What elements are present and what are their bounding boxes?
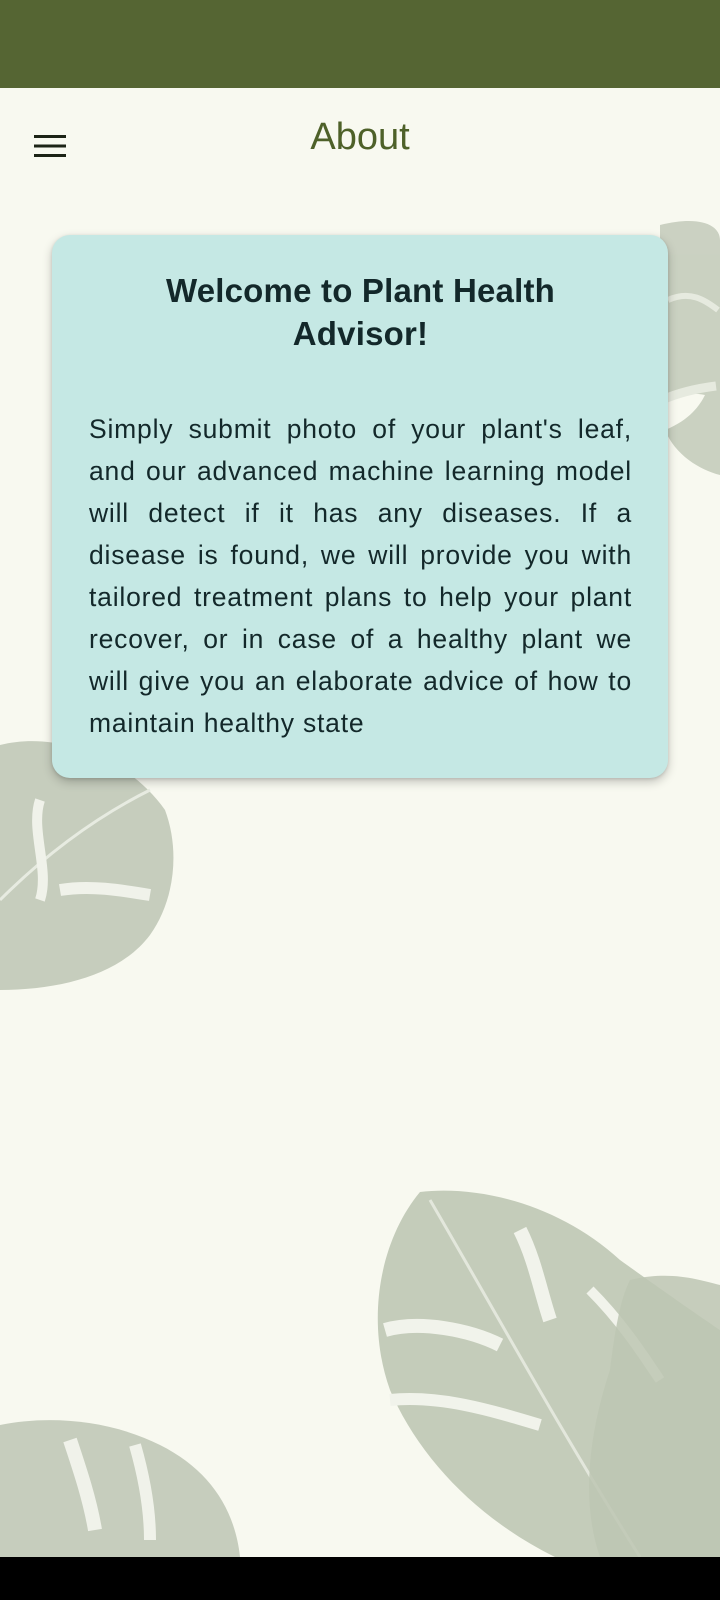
monstera-leaf-bottom-right-back xyxy=(589,1275,720,1557)
card-description: Simply submit photo of your plant's leaf… xyxy=(89,414,632,738)
monstera-leaf-top-right xyxy=(660,220,720,475)
app-bar: About xyxy=(0,88,720,200)
about-card: Welcome to Plant Health Advisor! Simply … xyxy=(52,235,668,778)
page-title: About xyxy=(310,116,410,158)
monstera-leaf-bottom-left xyxy=(0,1420,240,1557)
monstera-leaf-left xyxy=(0,741,174,990)
status-bar xyxy=(0,0,720,88)
monstera-leaf-bottom-right xyxy=(377,1190,720,1558)
card-title: Welcome to Plant Health Advisor! xyxy=(165,272,556,352)
navigation-bar xyxy=(0,1557,720,1600)
